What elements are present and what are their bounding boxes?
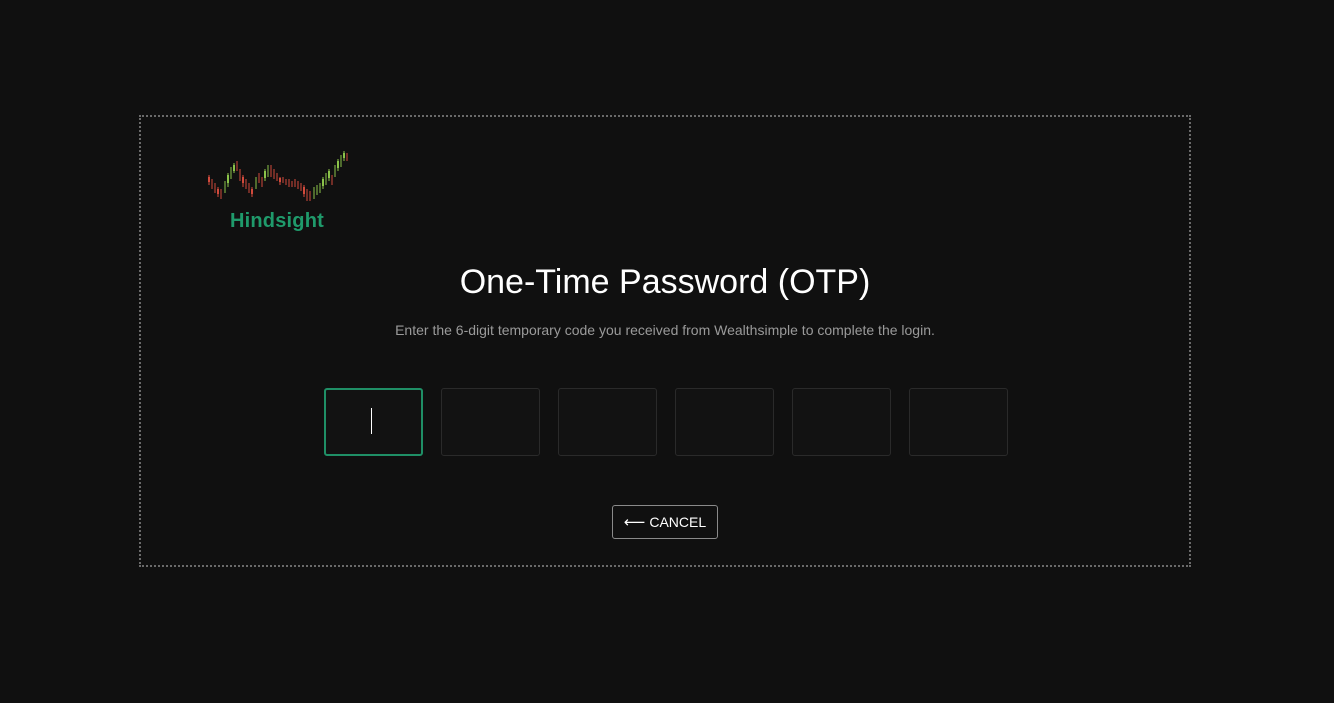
cancel-button[interactable]: ⟵ CANCEL xyxy=(612,505,718,539)
otp-digit-2[interactable] xyxy=(441,388,540,456)
otp-digit-3[interactable] xyxy=(558,388,657,456)
otp-digit-6[interactable] xyxy=(909,388,1008,456)
brand-logo: Hindsight xyxy=(207,147,353,237)
login-panel: Hindsight One-Time Password (OTP) Enter … xyxy=(139,115,1191,567)
brand-name: Hindsight xyxy=(229,210,324,232)
cancel-button-label: CANCEL xyxy=(649,514,707,530)
page-subtitle: Enter the 6-digit temporary code you rec… xyxy=(395,322,935,338)
otp-digit-4[interactable] xyxy=(675,388,774,456)
otp-digit-5[interactable] xyxy=(792,388,891,456)
text-caret xyxy=(371,408,372,434)
otp-digit-1[interactable] xyxy=(324,388,423,456)
back-arrow-icon: ⟵ xyxy=(623,514,646,531)
page-title: One-Time Password (OTP) xyxy=(459,263,871,301)
candlestick-chart-icon xyxy=(208,151,348,201)
